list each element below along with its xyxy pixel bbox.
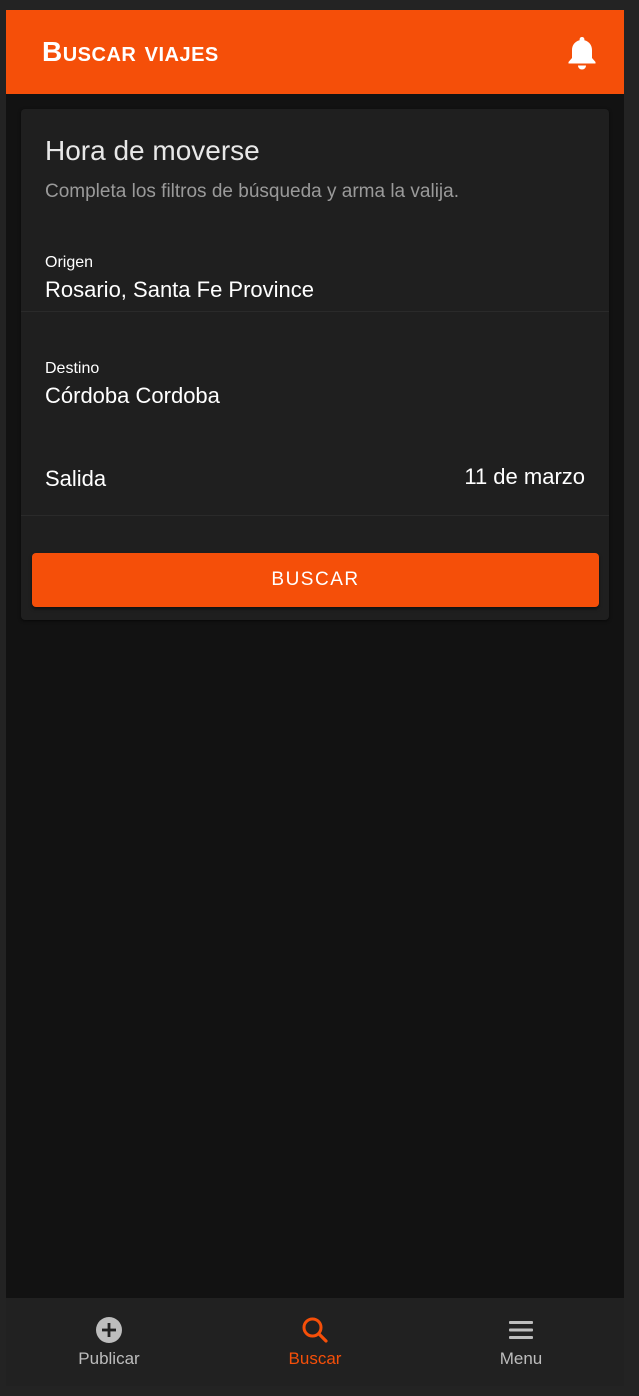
divider: [21, 515, 609, 516]
notifications-button[interactable]: [566, 35, 598, 71]
nav-label: Buscar: [288, 1349, 342, 1368]
app-header: Buscar viajes: [6, 10, 624, 94]
departure-date: 11 de marzo: [464, 464, 585, 489]
plus-circle-icon: [96, 1317, 122, 1343]
origin-field[interactable]: Origen Rosario, Santa Fe Province: [21, 249, 609, 311]
page-title: Buscar viajes: [42, 36, 219, 67]
app-screen: Buscar viajes Hora de moverse Completa l…: [6, 10, 624, 1386]
departure-label: Salida: [45, 466, 107, 491]
destination-field[interactable]: Destino Córdoba Cordoba: [21, 357, 609, 419]
search-icon: [302, 1317, 328, 1343]
nav-item-buscar[interactable]: Buscar: [212, 1298, 418, 1386]
card-subtitle: Completa los filtros de búsqueda y arma …: [45, 181, 459, 202]
card-title: Hora de moverse: [45, 135, 260, 166]
departure-field[interactable]: Salida 11 de marzo: [21, 454, 609, 514]
divider: [21, 311, 609, 312]
search-card: Hora de moverse Completa los filtros de …: [21, 109, 609, 620]
destination-label: Destino: [45, 360, 100, 377]
bell-icon: [568, 37, 596, 70]
nav-item-menu[interactable]: Menu: [418, 1298, 624, 1386]
search-button[interactable]: BUSCAR: [32, 553, 599, 607]
origin-value: Rosario, Santa Fe Province: [45, 277, 315, 302]
nav-item-publicar[interactable]: Publicar: [6, 1298, 212, 1386]
nav-label: Publicar: [78, 1349, 140, 1368]
nav-label: Menu: [499, 1349, 543, 1368]
menu-icon: [509, 1321, 533, 1339]
destination-value: Córdoba Cordoba: [45, 383, 220, 408]
bottom-navigation: Publicar Buscar Menu: [6, 1298, 624, 1386]
origin-label: Origen: [45, 254, 94, 271]
